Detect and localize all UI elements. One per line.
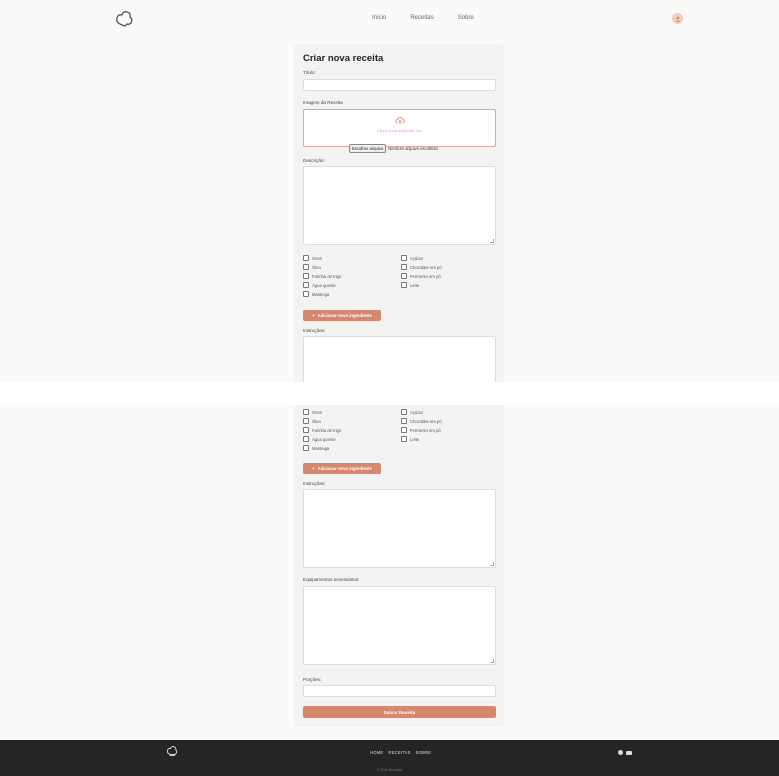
top-nav: Início Receitas Sobre — [0, 0, 779, 40]
user-avatar[interactable] — [672, 13, 683, 24]
page-view-bottom: Ovos Óleo Farinha de trigo Água quente M… — [0, 405, 779, 776]
footer-link-recipes[interactable]: RECEITAS — [388, 750, 410, 755]
nav-link-home[interactable]: Início — [372, 15, 386, 21]
ingredient-checkbox[interactable]: Farinha de trigo — [303, 273, 341, 279]
ingredient-checkbox[interactable]: Manteiga — [303, 445, 329, 451]
instructions-textarea[interactable] — [303, 336, 496, 382]
ingredient-checkbox[interactable]: Óleo — [303, 264, 321, 270]
title-label: Título: — [303, 70, 316, 75]
user-icon — [675, 16, 680, 22]
ingredient-checkbox[interactable]: Óleo — [303, 418, 321, 424]
footer-links: HOME RECEITAS SOBRE — [370, 750, 431, 755]
ingredient-checkbox[interactable]: Fermento em pó — [401, 427, 441, 433]
ingredient-checkbox[interactable]: Chocolate em pó — [401, 418, 442, 424]
plus-icon: + — [312, 313, 315, 318]
ingredient-checkbox[interactable]: Leite — [401, 282, 419, 288]
nav-link-about[interactable]: Sobre — [458, 15, 474, 21]
equipment-textarea[interactable] — [303, 586, 496, 665]
ingredient-checkbox[interactable]: Água quente — [303, 436, 336, 442]
ingredient-checkbox[interactable]: Açúcar — [401, 255, 423, 261]
title-input[interactable] — [303, 79, 496, 91]
ingredient-checklist: Ovos Óleo Farinha de trigo Água quente M… — [303, 409, 503, 455]
description-textarea[interactable] — [303, 166, 496, 245]
instructions-label: Instruções: — [303, 328, 326, 333]
resize-handle[interactable] — [490, 659, 494, 663]
file-status: Nenhum arquivo escolhido — [388, 146, 438, 151]
resize-handle[interactable] — [490, 239, 494, 243]
portions-label: Porções: — [303, 677, 322, 682]
equipment-label: Equipamentos necessários: — [303, 577, 360, 582]
youtube-icon[interactable] — [626, 751, 632, 755]
copyright-text: © 2024 Receitas — [376, 768, 403, 772]
form-title: Criar nova receita — [303, 53, 384, 64]
recipe-form-card: Ovos Óleo Farinha de trigo Água quente M… — [294, 405, 504, 727]
instructions-label: Instruções: — [303, 481, 326, 486]
nav-link-recipes[interactable]: Receitas — [410, 15, 433, 21]
choose-file-button[interactable]: Escolher arquivo — [349, 144, 387, 153]
chef-hat-logo-icon[interactable] — [166, 745, 178, 757]
save-recipe-button[interactable]: Salvar Receita — [303, 706, 496, 718]
instructions-textarea[interactable] — [303, 489, 496, 568]
ingredient-checkbox[interactable]: Ovos — [303, 409, 322, 415]
ingredient-checkbox[interactable]: Chocolate em pó — [401, 264, 442, 270]
ingredient-checkbox[interactable]: Manteiga — [303, 291, 329, 297]
ingredient-checkbox[interactable]: Fermento em pó — [401, 273, 441, 279]
image-label: Imagem da Receita — [303, 100, 343, 105]
add-ingredient-button[interactable]: + Adicionar novo ingrediente — [303, 310, 381, 321]
social-links — [618, 750, 632, 755]
chef-hat-logo-icon[interactable] — [114, 9, 134, 29]
ingredient-checkbox[interactable]: Água quente — [303, 282, 336, 288]
file-picker: Escolher arquivo Nenhum arquivo escolhid… — [349, 144, 438, 153]
nav-links: Início Receitas Sobre — [372, 15, 474, 21]
instagram-icon[interactable] — [618, 750, 623, 755]
plus-icon: + — [312, 466, 315, 471]
footer-link-home[interactable]: HOME — [370, 750, 383, 755]
ingredient-checkbox[interactable]: Açúcar — [401, 409, 423, 415]
upload-hint: Clique para adicionar foto — [376, 128, 423, 133]
resize-handle[interactable] — [490, 562, 494, 566]
add-ingredient-button[interactable]: + Adicionar novo ingrediente — [303, 463, 381, 474]
ingredient-checklist: Ovos Óleo Farinha de trigo Água quente M… — [303, 255, 503, 301]
portions-input[interactable] — [303, 685, 496, 697]
footer-link-about[interactable]: SOBRE — [416, 750, 432, 755]
recipe-form-card: Criar nova receita Título: Imagem da Rec… — [294, 44, 504, 382]
image-upload-dropzone[interactable]: Clique para adicionar foto — [303, 109, 496, 147]
ingredient-checkbox[interactable]: Ovos — [303, 255, 322, 261]
cloud-upload-icon — [395, 116, 405, 125]
description-label: Descrição: — [303, 158, 325, 163]
ingredient-checkbox[interactable]: Farinha de trigo — [303, 427, 341, 433]
site-footer: HOME RECEITAS SOBRE © 2024 Receitas — [0, 740, 779, 776]
ingredient-checkbox[interactable]: Leite — [401, 436, 419, 442]
page-view-top: Início Receitas Sobre Criar nova receita… — [0, 0, 779, 382]
